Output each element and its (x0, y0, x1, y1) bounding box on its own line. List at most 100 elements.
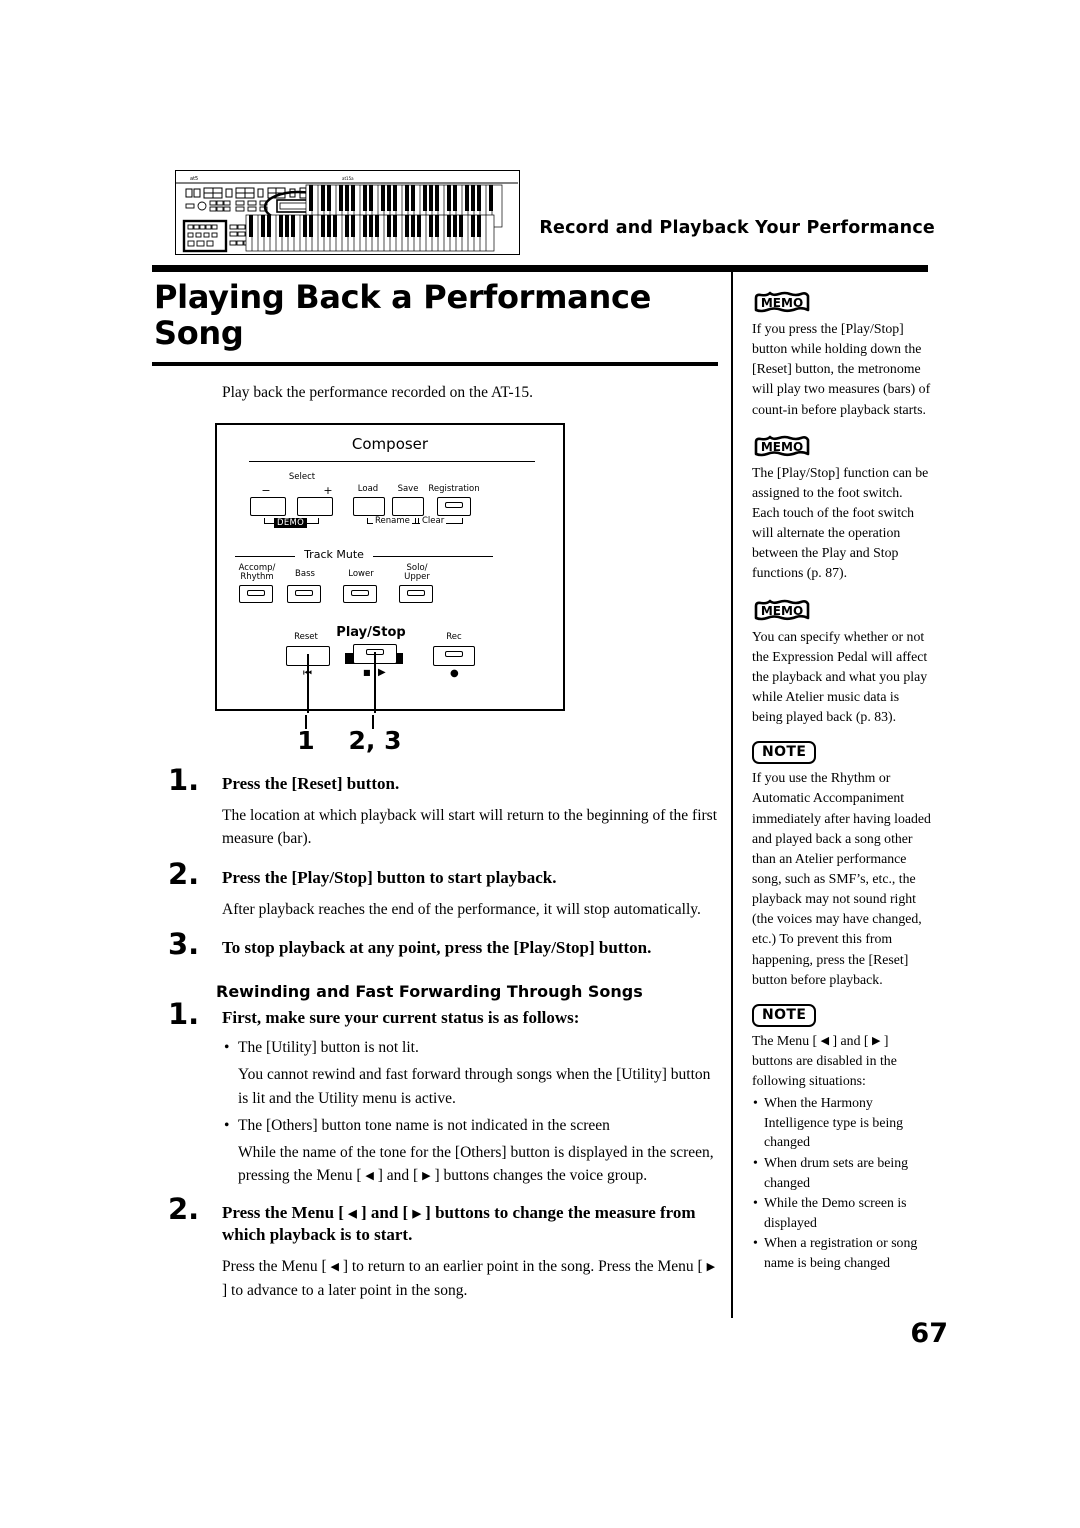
composer-panel-box: Composer Select − + DEMO Load Save Regis… (215, 422, 565, 713)
sidebar-memo-3-text: You can specify whether or not the Expre… (752, 628, 928, 725)
composer-title-rule (249, 460, 535, 463)
note2-bullet-1: When the Harmony Intelligence type is be… (764, 1095, 904, 1150)
sidebar-note-2-text: The Menu [ ◀ ] and [ ▶ ] buttons are dis… (752, 1031, 932, 1091)
bullet-body-2: While the name of the tone for the [Othe… (238, 1141, 718, 1188)
bullet-dot-icon: • (753, 1235, 758, 1251)
solo-upper-button[interactable] (399, 584, 433, 603)
note2-bullet-4: When a registration or song name is bein… (764, 1235, 918, 1270)
sidebar-memo-3: MEMO You can specify whether or not the … (752, 598, 932, 728)
select-minus-button[interactable] (250, 496, 286, 516)
callout-number-1: 1 (297, 725, 315, 755)
rename-sublabel: Rename (373, 515, 412, 526)
lower-button[interactable] (343, 584, 377, 603)
solo-upper-label: Solo/ Upper (404, 562, 430, 582)
bullet-body-2-post: ] buttons changes the voice group. (430, 1167, 648, 1185)
bullet-lead-1: The [Utility] button is not lit. (238, 1039, 419, 1057)
section2-heading: Rewinding and Fast Forwarding Through So… (216, 981, 643, 1001)
step-1-heading: Press the [Reset] button. (222, 773, 400, 793)
list-item: • While the Demo screen is displayed (753, 1193, 932, 1232)
note-badge: NOTE (752, 1003, 817, 1027)
bullet-dot-icon: • (753, 1095, 758, 1111)
manual-page: at5 at15a Record and Playback Your Perfo… (0, 0, 1080, 1528)
right-triangle-icon: ▶ (412, 1207, 421, 1220)
registration-button[interactable] (437, 496, 471, 516)
bullet-dot-icon: • (224, 1039, 230, 1057)
memo-icon-svg: MEMO (754, 291, 810, 313)
save-button[interactable] (392, 496, 424, 516)
header-rule (152, 265, 928, 272)
svg-text:MEMO: MEMO (761, 440, 803, 454)
left-triangle-icon: ◀ (820, 1034, 830, 1047)
sidebar-note-1: NOTE If you use the Rhythm or Automatic … (752, 741, 932, 990)
sidebar-note-1-text: If you use the Rhythm or Automatic Accom… (752, 770, 931, 987)
section2-step-2-body: Press the Menu [ ◀ ] to return to an ear… (222, 1255, 718, 1302)
callout-line-playstop (374, 651, 377, 713)
registration-label: Registration (428, 483, 480, 494)
composer-panel-figure: Composer Select − + DEMO Load Save Regis… (215, 422, 565, 757)
track-mute-label: Track Mute (304, 547, 364, 561)
note2-pre: The Menu [ (752, 1032, 821, 1048)
clear-sublabel: Clear (420, 515, 447, 526)
memo-icon: MEMO (752, 290, 814, 316)
solo-upper-led (407, 589, 425, 597)
step-3: 3. To stop playback at any point, press … (152, 930, 718, 959)
step2-body-mid: ] to return to an earlier point in the s… (338, 1258, 707, 1276)
list-item: • When drum sets are being changed (753, 1153, 932, 1192)
sidebar-note-2-bullets: • When the Harmony Intelligence type is b… (752, 1093, 932, 1272)
stop-glyph-icon: ■ (363, 667, 371, 677)
select-minus-label: − (261, 483, 271, 497)
track-mute-rule-right (373, 555, 493, 558)
right-triangle-icon: ▶ (422, 1170, 431, 1183)
bass-led (295, 589, 313, 597)
lower-led (351, 589, 369, 597)
step2-head-pre: Press the Menu [ (222, 1202, 349, 1222)
step-2-body: After playback reaches the end of the pe… (222, 900, 701, 918)
list-item: • When the Harmony Intelligence type is b… (753, 1093, 932, 1152)
select-label: Select (288, 471, 316, 482)
memo-icon: MEMO (752, 434, 814, 460)
bass-label: Bass (295, 568, 315, 579)
step2-body-pre: Press the Menu [ (222, 1258, 331, 1276)
demo-chip: DEMO (274, 517, 308, 528)
rec-button[interactable] (433, 645, 475, 666)
intro-paragraph: Play back the performance recorded on th… (222, 383, 534, 401)
step-2-heading: Press the [Play/Stop] button to start pl… (222, 867, 557, 887)
page-number: 67 (910, 1318, 948, 1349)
list-item: • The [Others] button tone name is not i… (224, 1114, 718, 1188)
rec-label: Rec (446, 631, 462, 642)
sidebar-note-2: NOTE The Menu [ ◀ ] and [ ▶ ] buttons ar… (752, 1003, 932, 1273)
section2-step-2-number: 2. (168, 1191, 200, 1226)
bullet-dot-icon: • (753, 1154, 758, 1170)
bullet-dot-icon: • (224, 1116, 230, 1134)
accomp-rhythm-button[interactable] (239, 584, 273, 603)
load-button[interactable] (353, 496, 385, 516)
step-2: 2. Press the [Play/Stop] button to start… (152, 859, 718, 922)
step-1: 1. Press the [Reset] button. The locatio… (152, 765, 718, 851)
sidebar-memo-2: MEMO The [Play/Stop] function can be ass… (752, 434, 932, 584)
organ-illustration: at5 at15a (175, 170, 520, 255)
organ-illustration-svg: at5 at15a (176, 171, 518, 253)
section2-step-1-bullets: • The [Utility] button is not lit. You c… (222, 1036, 718, 1188)
sidebar-memo-1: MEMO If you press the [Play/Stop] button… (752, 290, 932, 420)
list-item: • The [Utility] button is not lit. You c… (224, 1036, 718, 1110)
bass-button[interactable] (287, 584, 321, 603)
bullet-body-2-mid: ] and [ (373, 1167, 423, 1185)
callout-number-23: 2, 3 (348, 725, 402, 755)
page-title: Playing Back a Performance Song (154, 278, 652, 352)
rec-led (445, 650, 463, 658)
select-plus-label: + (323, 483, 333, 497)
sidebar-memo-1-text: If you press the [Play/Stop] button whil… (752, 321, 931, 417)
step-1-body: The location at which playback will star… (222, 807, 718, 848)
right-triangle-icon: ▶ (706, 1261, 716, 1274)
bullet-dot-icon: • (753, 1195, 758, 1211)
note2-bullet-2: When drum sets are being changed (764, 1154, 909, 1190)
svg-text:at5: at5 (190, 176, 198, 182)
running-head: Record and Playback Your Performance (539, 218, 935, 238)
memo-icon: MEMO (752, 598, 814, 624)
load-label: Load (357, 483, 379, 494)
bullet-body-1: You cannot rewind and fast forward throu… (238, 1066, 711, 1107)
bullet-lead-2: The [Others] button tone name is not ind… (238, 1116, 610, 1134)
reset-label: Reset (294, 631, 318, 642)
select-plus-button[interactable] (297, 496, 333, 516)
svg-text:MEMO: MEMO (761, 604, 803, 618)
